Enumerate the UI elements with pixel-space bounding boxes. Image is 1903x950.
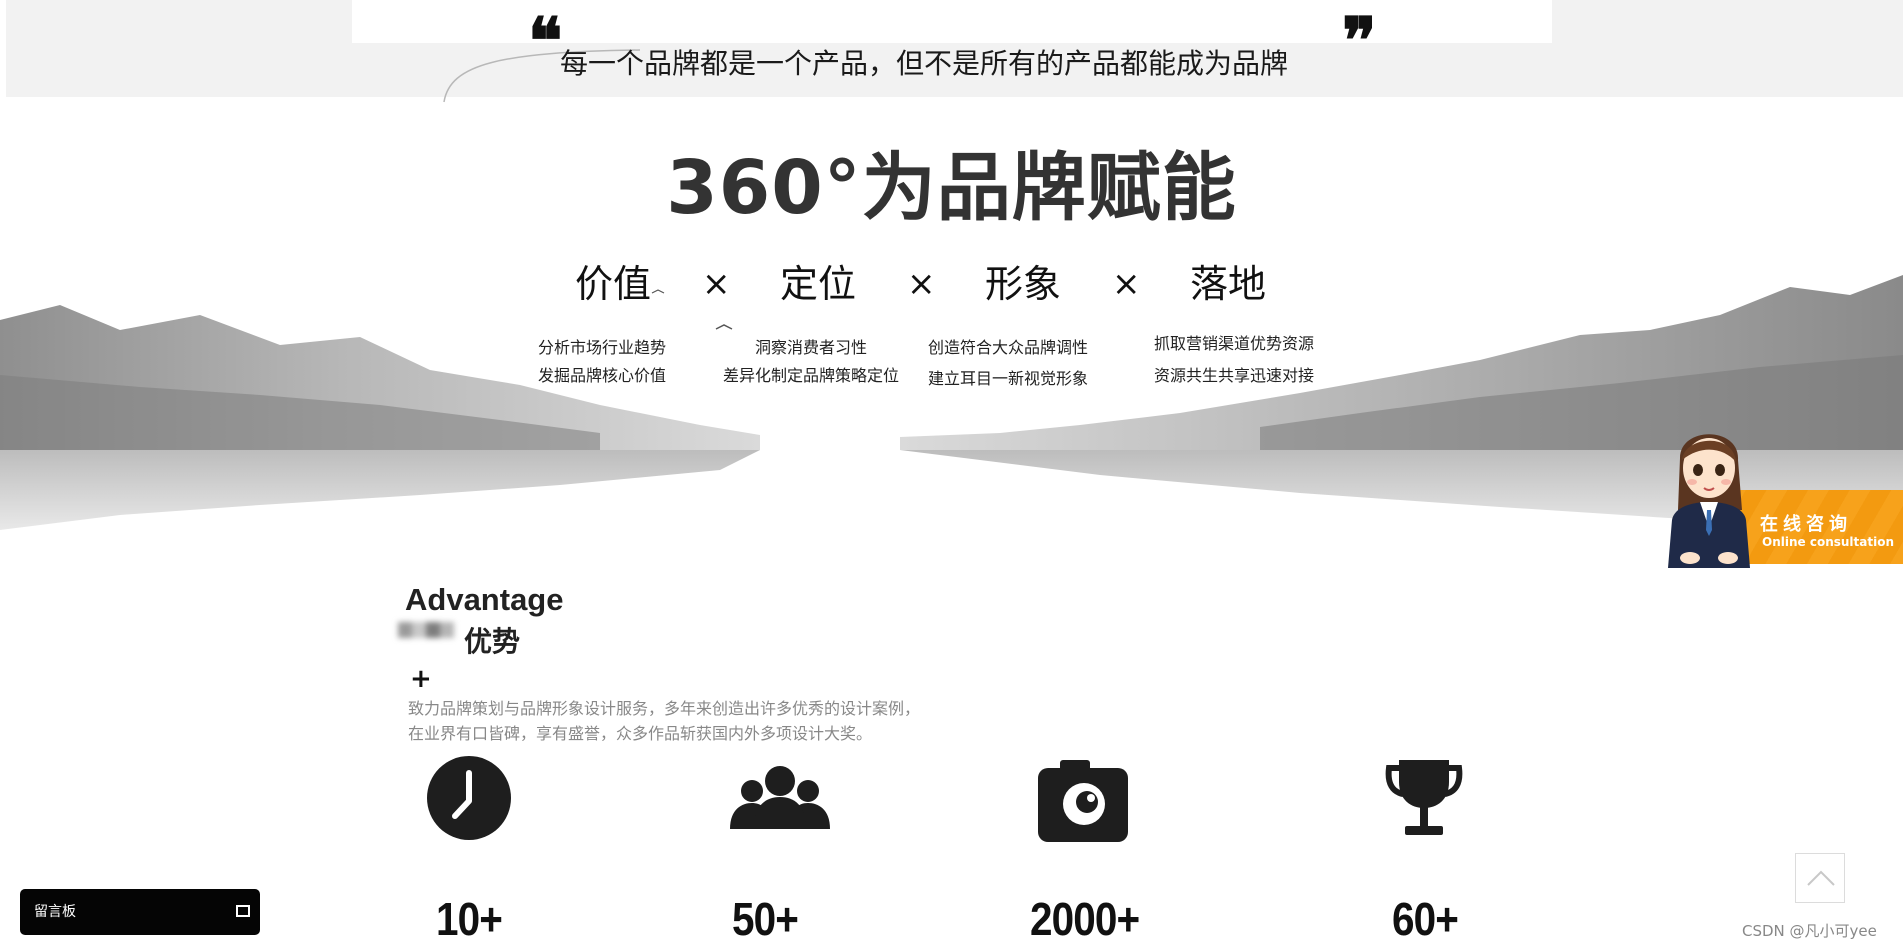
stat-value: 50+ — [732, 893, 799, 945]
pillar-desc: 发掘品牌核心价值 — [538, 366, 667, 385]
stat-value: 10+ — [436, 893, 503, 945]
stat-value: 60+ — [1392, 893, 1459, 945]
quote-text: 每一个品牌都是一个产品，但不是所有的产品都能成为品牌 — [560, 47, 1289, 80]
message-board-bar[interactable]: 留言板 — [20, 889, 260, 935]
stat-value: 2000+ — [1030, 893, 1140, 945]
times-separator: × — [702, 264, 731, 304]
online-consult-widget[interactable]: 在线咨询 Online consultation — [1650, 418, 1903, 568]
pillar-desc: 洞察消费者习性 — [755, 338, 868, 357]
advantage-title-cn: 优势 — [464, 625, 521, 658]
pillars-row: 价值 × 定位 × 形象 × 落地 — [560, 256, 1280, 312]
pillar-desc: 差异化制定品牌策略定位 — [723, 366, 900, 385]
ink-landscape-image — [0, 275, 1903, 530]
chevron-up-icon — [1807, 870, 1835, 886]
consult-label-en[interactable]: Online consultation — [1762, 535, 1894, 549]
trophy-icon — [1385, 760, 1463, 835]
pillar-desc: 抓取营销渠道优势资源 — [1154, 334, 1315, 353]
advantage-description-line: 致力品牌策划与品牌形象设计服务，多年来创造出许多优秀的设计案例， — [408, 699, 921, 718]
advantage-title-en: Advantage — [405, 582, 564, 617]
camera-icon — [1038, 760, 1128, 842]
pillar-desc: 建立耳目一新视觉形象 — [928, 369, 1089, 388]
blurred-brand-name — [398, 622, 464, 662]
pillar-landing: 落地 — [1190, 262, 1267, 306]
message-board-label[interactable]: 留言板 — [34, 901, 76, 923]
times-separator: × — [1112, 264, 1141, 304]
pillar-desc: 资源共生共享迅速对接 — [1154, 366, 1315, 385]
expand-icon[interactable] — [236, 905, 250, 917]
pillar-desc: 创造符合大众品牌调性 — [928, 338, 1089, 357]
advantage-description: 致力品牌策划与品牌形象设计服务，多年来创造出许多优秀的设计案例， 在业界有口皆碑… — [408, 696, 968, 746]
pillar-positioning: 定位 — [780, 262, 857, 306]
back-to-top-button[interactable] — [1795, 853, 1845, 903]
pillar-value: 价值 — [575, 262, 652, 306]
close-quote-icon: ❞ — [1342, 4, 1377, 79]
open-quote-icon: ❝ — [528, 4, 563, 79]
pillar-desc: 分析市场行业趋势 — [538, 338, 667, 357]
watermark: CSDN @凡小可yee — [1742, 922, 1877, 940]
plus-icon: + — [410, 664, 432, 694]
consult-label-cn[interactable]: 在线咨询 — [1760, 510, 1852, 536]
hero-title: 360°为品牌赋能 — [666, 145, 1237, 231]
pillar-image: 形象 — [985, 262, 1062, 306]
times-separator: × — [907, 264, 936, 304]
advantage-description-line: 在业界有口皆碑，享有盛誉，众多作品斩获国内外多项设计大奖。 — [408, 724, 873, 743]
clock-icon — [427, 756, 511, 840]
avatar-icon — [1668, 434, 1750, 568]
team-icon — [730, 766, 830, 829]
